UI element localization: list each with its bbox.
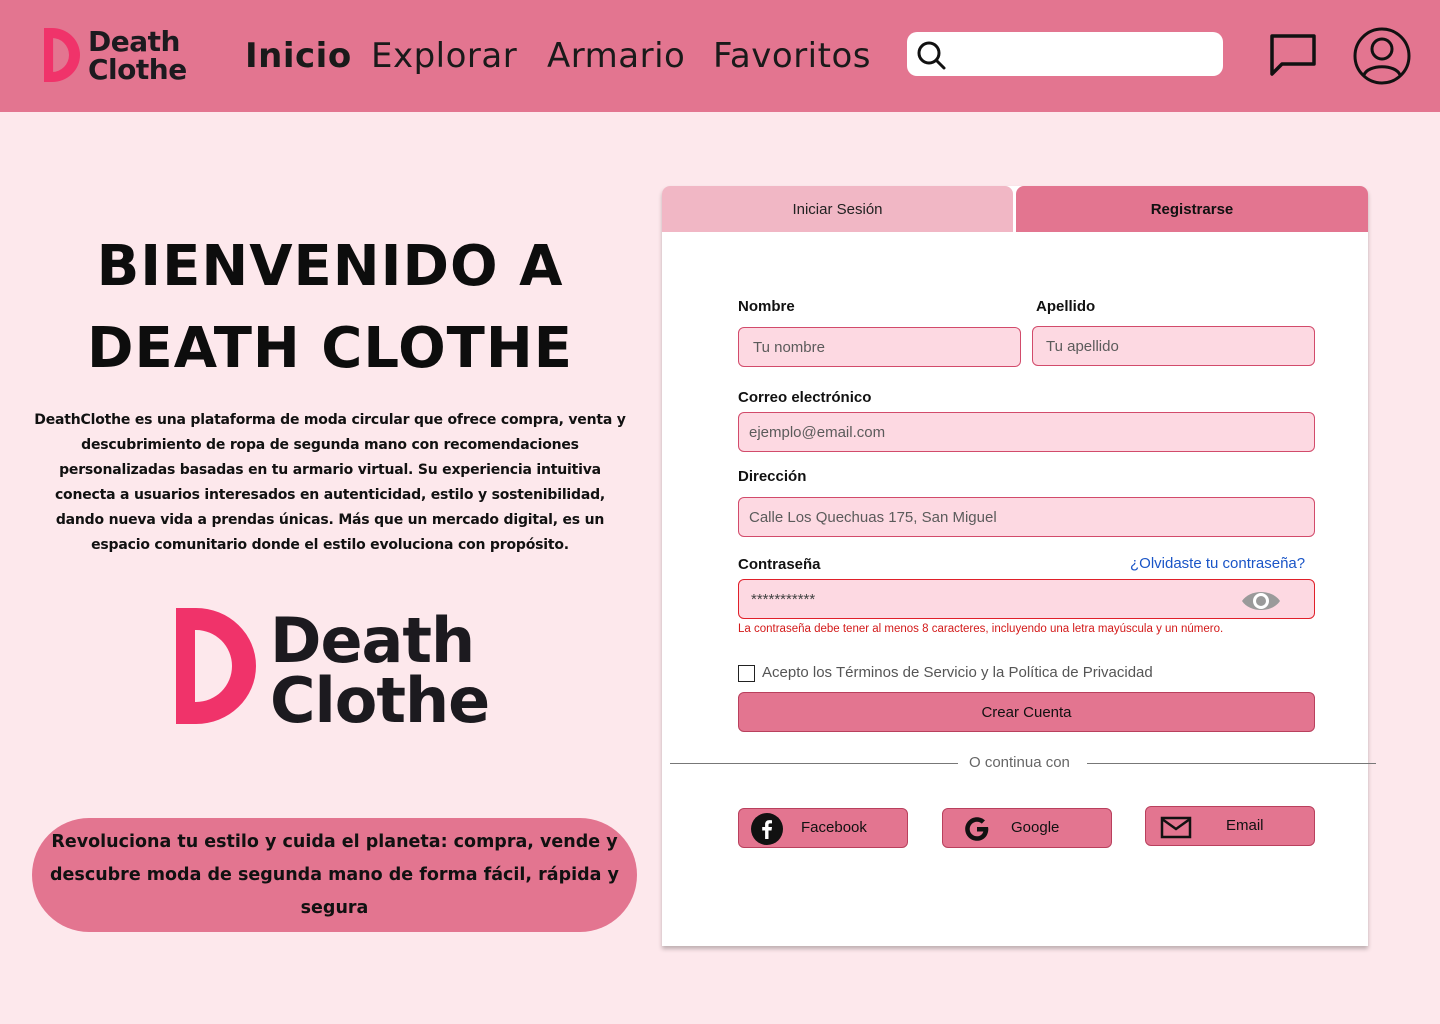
mail-icon [1160,816,1192,839]
profile-button[interactable] [1352,26,1412,86]
brand-d-mark-icon [44,28,80,82]
create-account-button[interactable]: Crear Cuenta [738,692,1315,732]
search-bar[interactable] [907,32,1223,76]
forgot-password-link[interactable]: ¿Olvidaste tu contraseña? [1130,555,1305,572]
brand-name-line1: Death [270,604,475,677]
password-field-wrapper [738,579,1315,619]
terms-checkbox[interactable] [738,665,755,682]
password-label: Contraseña [738,556,821,573]
email-label: Correo electrónico [738,389,872,406]
brand-logo[interactable]: Death Clothe [42,26,202,84]
google-login-button[interactable]: Google [942,808,1112,848]
apellido-input[interactable] [1046,327,1306,365]
facebook-login-button[interactable]: Facebook [738,808,908,848]
search-icon[interactable] [915,38,949,72]
facebook-label: Facebook [801,819,867,836]
password-error-message: La contraseña debe tener al menos 8 cara… [738,623,1224,635]
nombre-input[interactable] [753,328,1013,366]
brand-name-line1: Death [88,25,180,58]
nav-favoritos[interactable]: Favoritos [713,36,871,76]
brand-d-mark-icon [176,608,256,724]
apellido-field-wrapper [1032,326,1315,366]
divider-line-right [1087,763,1376,764]
google-icon [965,817,989,841]
brand-logo-large: Death Clothe [174,604,504,737]
nav-inicio[interactable]: Inicio [245,36,352,76]
eye-icon [1242,592,1280,610]
terms-label: Acepto los Términos de Servicio y la Pol… [762,664,1153,681]
tab-register[interactable]: Registrarse [1016,186,1368,232]
email-field-wrapper [738,412,1315,452]
slogan-text: Revoluciona tu estilo y cuida el planeta… [50,831,619,918]
search-input[interactable] [955,38,1211,70]
facebook-icon [751,813,783,845]
email-login-button[interactable]: Email [1145,806,1315,846]
brand-name-line2: Clothe [88,53,187,86]
google-label: Google [1011,819,1060,836]
nav-armario[interactable]: Armario [547,36,685,76]
slogan-banner: Revoluciona tu estilo y cuida el planeta… [32,818,637,932]
email-input[interactable] [749,413,1299,451]
direccion-input[interactable] [749,498,1299,536]
divider-line-left [670,763,958,764]
hero-title: BIENVENIDO A DEATH CLOTHE [86,234,573,381]
brand-name-line2: Clothe [270,664,490,737]
user-icon [1353,27,1411,85]
password-input[interactable] [751,580,1231,618]
tab-login[interactable]: Iniciar Sesión [662,186,1013,232]
nombre-field-wrapper [738,327,1021,367]
show-password-toggle[interactable] [1240,586,1282,616]
apellido-label: Apellido [1036,298,1096,315]
divider-text: O continua con [969,754,1070,771]
email-label-button: Email [1226,817,1264,834]
hero-description: DeathClothe es una plataforma de moda ci… [34,412,626,553]
chat-icon [1270,34,1316,76]
nav-explorar[interactable]: Explorar [371,36,517,76]
direccion-label: Dirección [738,468,807,485]
messages-button[interactable] [1266,30,1320,80]
direccion-field-wrapper [738,497,1315,537]
nombre-label: Nombre [738,298,795,315]
